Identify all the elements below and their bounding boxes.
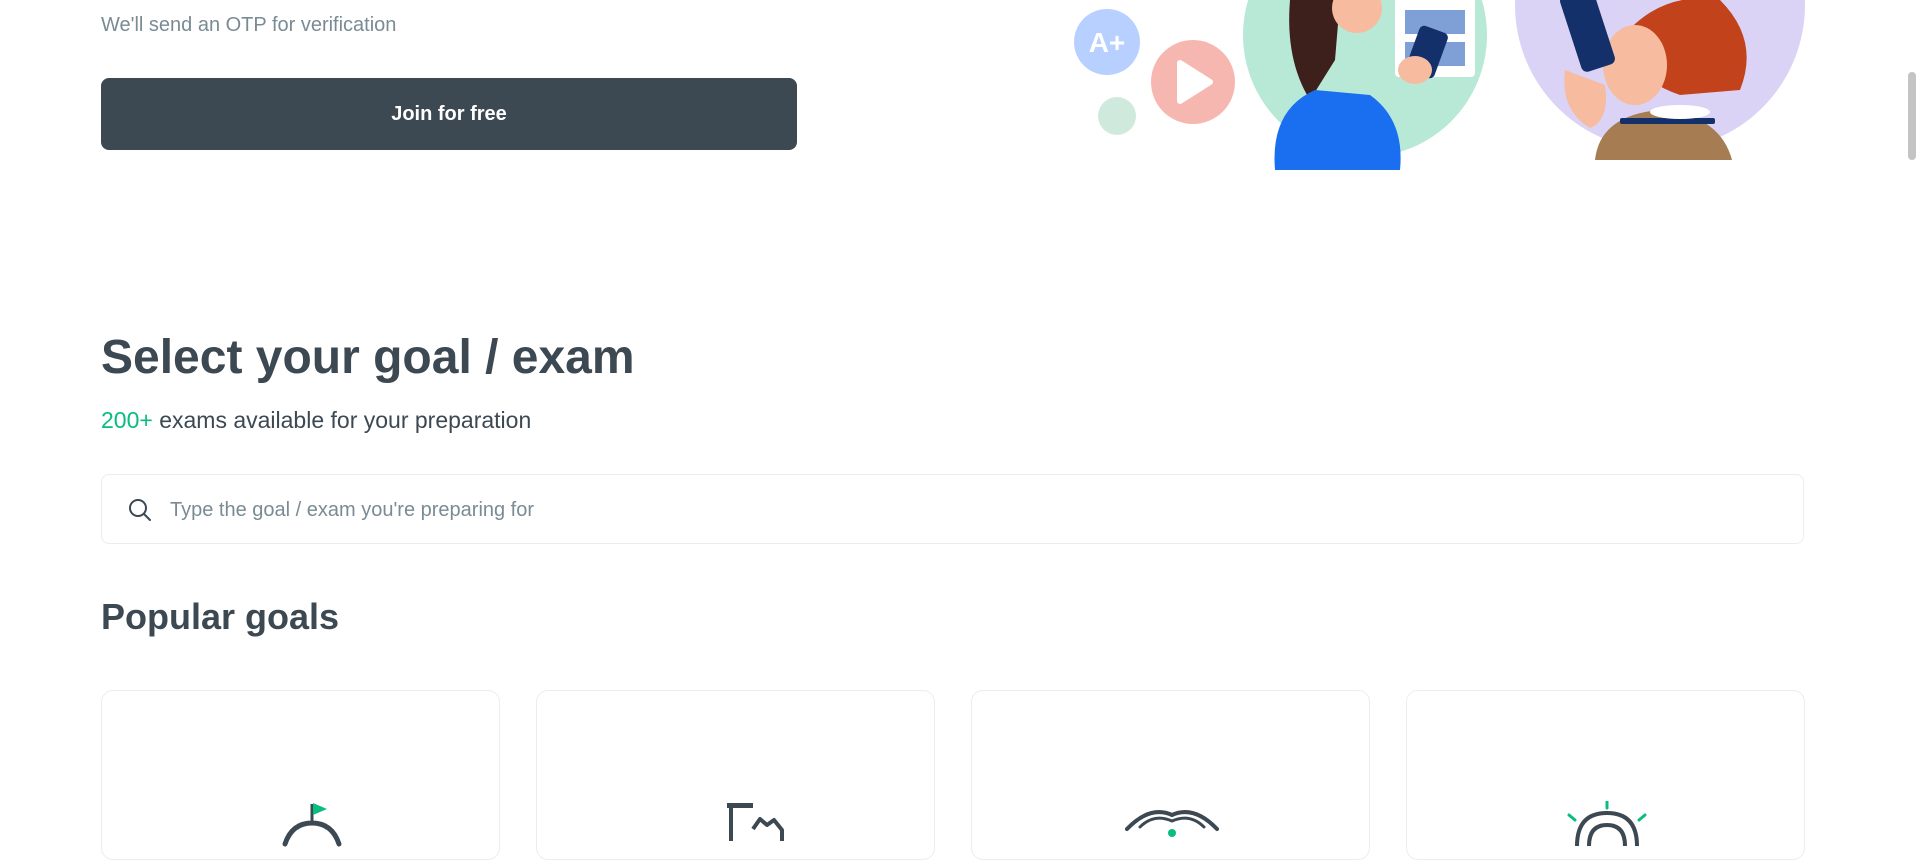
page-scrollbar[interactable]: [1904, 0, 1920, 834]
building-icon: [727, 803, 784, 841]
target-icon: [1567, 801, 1647, 847]
search-icon: [129, 499, 151, 521]
popular-goal-card-1[interactable]: [101, 690, 500, 860]
popular-goal-card-3[interactable]: [971, 690, 1370, 860]
goal-section-subtitle: 200+ exams available for your preparatio…: [101, 407, 531, 434]
join-for-free-button[interactable]: Join for free: [101, 78, 797, 150]
stopwatch-flag-icon: [282, 803, 342, 847]
exam-count: 200+: [101, 407, 153, 433]
lamp-icon: [1125, 810, 1219, 837]
popular-goal-card-2[interactable]: [536, 690, 935, 860]
student-illustration-1: [1243, 0, 1487, 170]
grade-badge-icon: A+: [1074, 9, 1140, 75]
student-illustration-2: [1515, 0, 1805, 160]
popular-goals-title: Popular goals: [101, 596, 340, 637]
goal-search-box[interactable]: [101, 474, 1804, 544]
dot-icon: [1098, 97, 1136, 135]
popular-goal-card-4[interactable]: [1406, 690, 1805, 860]
goal-section-title: Select your goal / exam: [101, 331, 635, 384]
goal-search-input[interactable]: [168, 487, 1772, 533]
grade-badge-text: A+: [1089, 27, 1126, 58]
hero-illustration: A+: [1074, 0, 1805, 170]
play-icon: [1151, 40, 1235, 124]
otp-note: We'll send an OTP for verification: [101, 14, 397, 36]
page: We'll send an OTP for verification Join …: [0, 0, 1920, 860]
scrollbar-thumb[interactable]: [1908, 72, 1916, 160]
exam-count-caption: exams available for your preparation: [152, 407, 532, 433]
